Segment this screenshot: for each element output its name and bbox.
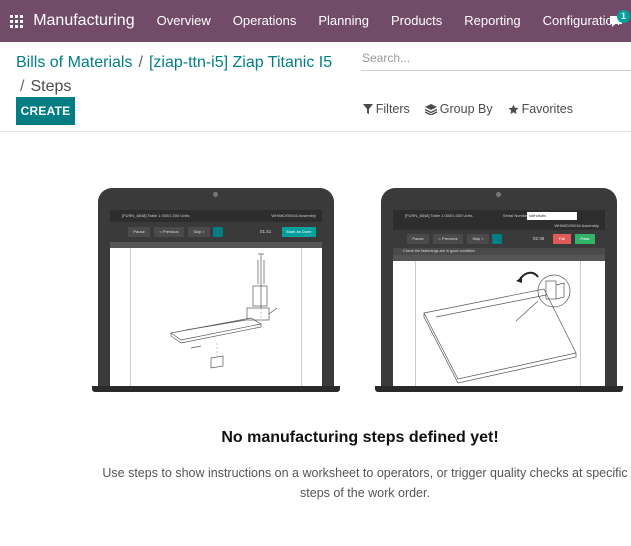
- menu-planning[interactable]: Planning: [307, 0, 380, 42]
- camera-icon: [496, 192, 501, 197]
- filter-icon: [362, 104, 373, 114]
- quality-check-drawing: [415, 261, 581, 386]
- worksheet-header: [FURN_8848] Table 1.000/1.000 Units: [405, 213, 473, 218]
- search-bar: [361, 47, 631, 71]
- breadcrumb-separator: /: [138, 54, 143, 71]
- tablet-base: [375, 386, 623, 392]
- breadcrumb: Bills of Materials / [ziap-ttn-i5] Ziap Ti…: [16, 51, 356, 99]
- pass-button: Pass: [575, 234, 595, 244]
- serial-number-input: sdfhdsdfs: [527, 212, 577, 220]
- menu-products[interactable]: Products: [380, 0, 453, 42]
- tablet-accent-button: [213, 227, 223, 237]
- mark-done-button: Mark as Done: [282, 227, 316, 237]
- previous-button: < Previous: [154, 227, 184, 237]
- breadcrumb-current: Steps: [30, 78, 72, 95]
- main-menu: Overview Operations Planning Products Re…: [157, 0, 631, 42]
- chat-button[interactable]: 1: [601, 0, 631, 42]
- breadcrumb-bills-of-materials[interactable]: Bills of Materials: [16, 54, 132, 71]
- timer: 01:41: [260, 229, 272, 234]
- skip-button: Skip >: [188, 227, 210, 237]
- worksheet-header-right: WH/MO/00016 Assembly: [271, 213, 316, 218]
- star-icon: [508, 103, 519, 114]
- serial-number-label: Serial Number: [503, 213, 529, 218]
- worksheet-header: [FURN_8848] Table 1.000/1.000 Units: [122, 213, 190, 218]
- tablet-screen: [FURN_8848] Table 1.000/1.000 Units Seri…: [393, 210, 605, 386]
- filters-button[interactable]: Filters: [362, 102, 410, 116]
- menu-operations[interactable]: Operations: [222, 0, 308, 42]
- pause-button: Pause: [407, 234, 429, 244]
- table-assembly-drawing: [170, 253, 278, 369]
- group-by-button[interactable]: Group By: [424, 102, 493, 116]
- create-button[interactable]: CREATE: [16, 97, 75, 125]
- assembly-drawing: [130, 248, 302, 386]
- control-panel: Bills of Materials / [ziap-ttn-i5] Ziap Ti…: [0, 42, 631, 132]
- favorites-button[interactable]: Favorites: [508, 102, 573, 116]
- skip-button: Skip >: [467, 234, 489, 244]
- pause-button: Pause: [128, 227, 150, 237]
- chat-counter-badge: 1: [617, 10, 630, 23]
- tablet-screen: [FURN_8848] Table 1.000/1.000 Units WH/M…: [110, 210, 322, 386]
- breadcrumb-bom-product[interactable]: [ziap-ttn-i5] Ziap Titanic I5: [149, 54, 332, 71]
- tablet-frame: [FURN_8848] Table 1.000/1.000 Units WH/M…: [98, 188, 334, 386]
- favorites-label: Favorites: [521, 102, 573, 116]
- group-by-label: Group By: [439, 102, 493, 116]
- fail-button: Fail: [553, 234, 571, 244]
- empty-state-description: Use steps to show instructions on a work…: [102, 466, 628, 500]
- tablet-frame: [FURN_8848] Table 1.000/1.000 Units Seri…: [381, 188, 617, 386]
- tablet-base: [92, 386, 340, 392]
- step-instruction: Check the fastenings are in good conditi…: [393, 248, 605, 255]
- fastening-drawing: [423, 271, 577, 384]
- previous-button: < Previous: [433, 234, 463, 244]
- worksheet-header-right: WH/MO/00016 Assembly: [393, 222, 605, 230]
- breadcrumb-separator: /: [20, 78, 25, 95]
- menu-reporting[interactable]: Reporting: [453, 0, 531, 42]
- no-content-helper: [FURN_8848] Table 1.000/1.000 Units WH/M…: [0, 133, 631, 546]
- timer: 02:36: [533, 236, 545, 241]
- tablet-accent-button: [492, 234, 502, 244]
- top-navbar: Manufacturing Overview Operations Planni…: [0, 0, 631, 42]
- app-name[interactable]: Manufacturing: [33, 12, 156, 30]
- search-options: Filters Group By Favorites: [348, 102, 573, 116]
- menu-overview[interactable]: Overview: [157, 0, 222, 42]
- search-input[interactable]: [361, 47, 631, 69]
- empty-state-title: No manufacturing steps defined yet!: [221, 429, 499, 446]
- layers-icon: [424, 103, 437, 115]
- camera-icon: [213, 192, 218, 197]
- apps-menu-icon[interactable]: [0, 0, 33, 42]
- filters-label: Filters: [375, 102, 410, 116]
